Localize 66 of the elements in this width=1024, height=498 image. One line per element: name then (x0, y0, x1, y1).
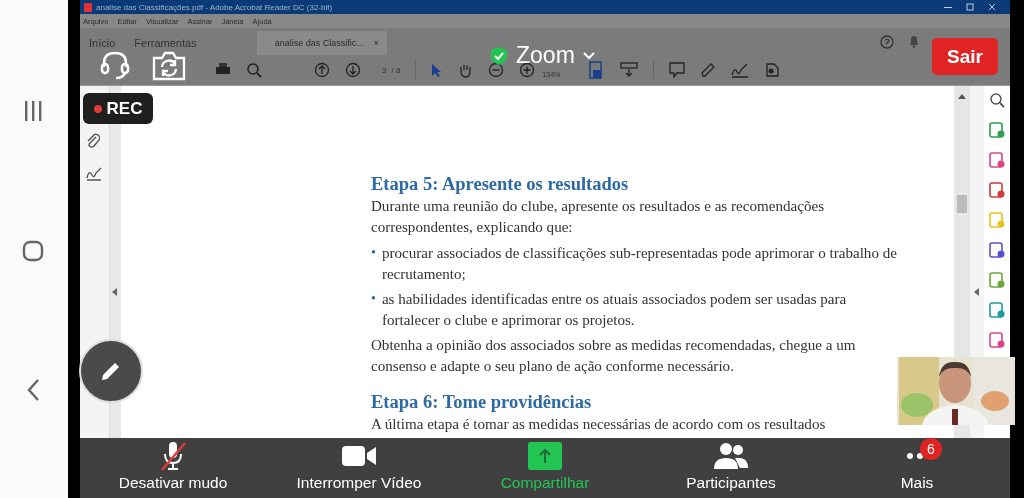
record-dot-icon (93, 104, 102, 113)
help-icon[interactable] (880, 34, 894, 49)
participants-icon (713, 441, 749, 471)
signature-icon[interactable] (86, 166, 102, 181)
scroll-up-icon[interactable] (958, 94, 967, 99)
zoom-out-icon[interactable] (488, 62, 505, 78)
pdf-icon (84, 2, 92, 12)
stamp-icon[interactable] (764, 62, 781, 78)
close-icon[interactable] (988, 3, 996, 11)
tab[interactable]: analise das Classific... × (256, 31, 387, 55)
meeting-title[interactable]: Zoom (516, 42, 575, 69)
tool-icon[interactable] (989, 122, 1005, 139)
tab-close-button[interactable]: × (373, 38, 379, 48)
shield-check-icon[interactable] (490, 45, 508, 66)
zoom-search-icon[interactable] (246, 62, 262, 78)
recording-label: REC (106, 98, 143, 119)
maximize-icon[interactable] (966, 3, 974, 11)
comment-icon[interactable] (669, 62, 686, 78)
page-down-icon[interactable] (345, 62, 361, 78)
notification-badge: 6 (920, 438, 942, 460)
pen-icon[interactable] (700, 62, 717, 78)
hand-icon[interactable] (458, 62, 474, 78)
toolbar-button[interactable]: Interromper Vídeo (266, 438, 452, 498)
zoom-icon[interactable] (989, 92, 1005, 109)
signature-icon[interactable] (731, 62, 750, 78)
toolbar-button[interactable]: Desativar mudo (80, 438, 266, 498)
recent-apps-icon[interactable] (23, 100, 43, 122)
scroll-mode-icon[interactable] (620, 62, 639, 78)
tool-icon[interactable] (989, 302, 1005, 319)
toolbar-button[interactable]: Participantes (638, 438, 824, 498)
bullet-marker: • (370, 244, 376, 262)
window-title: analise das Classificações.pdf - Adobe Acrobat Reader DC (32-bit) (96, 2, 333, 12)
page-up-icon[interactable] (314, 62, 330, 78)
paperclip-icon[interactable] (86, 133, 100, 149)
bell-icon[interactable] (908, 35, 920, 48)
toolbar-button[interactable]: Compartilhar (452, 438, 638, 498)
bullet-text: as habilidades identificadas entre os atuais associados podem ser usadas para fortalecer o clube e aprimorar os projetos. (381, 290, 848, 330)
paragraph: Durante uma reunião do clube, apresente os resultados e as recomendações correspondentes, explicando que: (370, 197, 826, 237)
section-heading: Etapa 5: Apresente os resultados (370, 173, 630, 196)
tab[interactable]: Ferramentas (125, 31, 207, 55)
paragraph: A última etapa é tomar as medidas necessárias de acordo com os resultados (370, 415, 827, 434)
zoom-in-icon[interactable] (519, 62, 536, 78)
collapse-arrow-icon[interactable] (111, 288, 118, 296)
camera-switch-icon[interactable] (151, 51, 187, 81)
muted-microphone-icon (158, 440, 188, 472)
paragraph: Obtenha a opinião dos associados sobre as medidas recomendadas, chegue a um consenso e adapte o seu plano de ação conforme necessário. (370, 336, 857, 376)
video-camera-icon (341, 444, 377, 468)
bullet-text: procurar associados de classificações sub-representadas pode aprimorar o trabalho de recrutamento; (381, 244, 898, 284)
scroll-thumb[interactable] (957, 195, 968, 213)
headset-icon[interactable] (99, 50, 131, 80)
bullet-marker: • (370, 290, 376, 308)
section-heading: Etapa 6: Tome providências (370, 391, 593, 414)
tool-icon[interactable] (989, 272, 1005, 289)
toolbar-button[interactable]: 6 Mais (824, 438, 1010, 498)
share-icon (528, 442, 562, 470)
chevron-down-icon[interactable] (582, 51, 595, 60)
expand-arrow-icon[interactable] (974, 288, 981, 296)
back-icon[interactable] (26, 378, 40, 402)
tool-icon[interactable] (989, 182, 1005, 199)
tab[interactable]: Início (80, 31, 126, 55)
leave-button[interactable]: Sair (932, 38, 998, 75)
home-icon[interactable] (22, 240, 44, 262)
tool-icon[interactable] (989, 242, 1005, 259)
tool-icon[interactable] (989, 332, 1005, 349)
tool-icon[interactable] (989, 152, 1005, 169)
print-icon[interactable] (215, 63, 231, 77)
